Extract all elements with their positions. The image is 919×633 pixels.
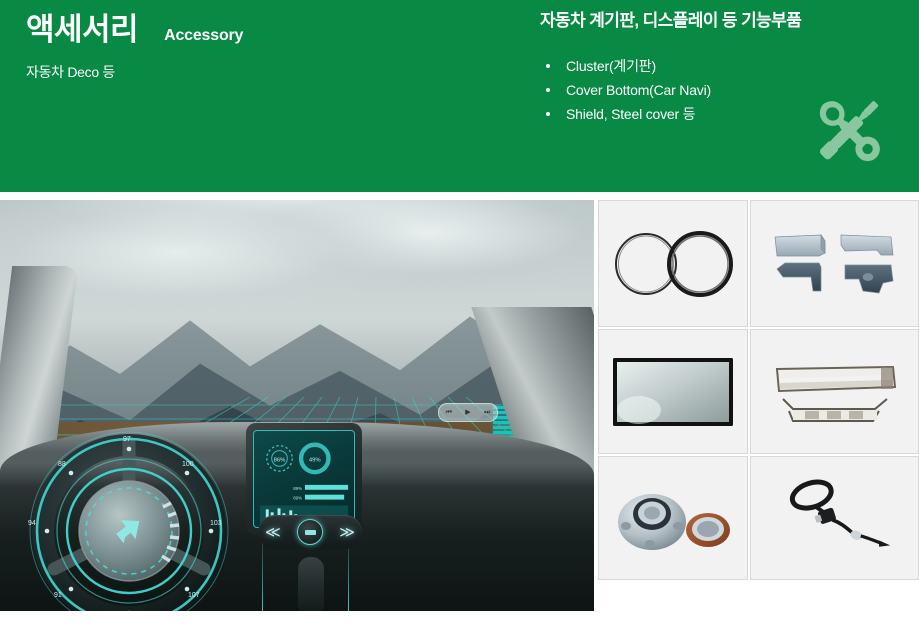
page-header: 액세서리 Accessory 자동차 Deco 등 자동차 계기판, 디스플레이…	[0, 0, 919, 192]
console-screen: 86% 49% 89% 89%	[253, 430, 355, 528]
svg-text:103: 103	[210, 520, 222, 527]
car-interior-hud-photo: ⏮ ▶ ⏭ 97 100 103 107 91 94 88 86% 49% 89…	[0, 200, 594, 611]
media-prev-icon[interactable]: ⏮	[446, 409, 452, 416]
svg-text:89%: 89%	[293, 486, 302, 491]
svg-text:89%: 89%	[293, 496, 302, 501]
page-title-en: Accessory	[164, 27, 244, 44]
svg-text:100: 100	[182, 461, 194, 468]
page-subtitle-ko: 자동차 Deco 등	[26, 63, 115, 80]
svg-text:97: 97	[123, 436, 131, 443]
product-rings[interactable]	[598, 200, 748, 327]
gear-shifter	[298, 557, 324, 611]
header-left-block: 액세서리 Accessory 자동차 Deco 등	[26, 12, 496, 82]
header-right-block: 자동차 계기판, 디스플레이 등 기능부품 Cluster(계기판) Cover…	[540, 10, 880, 162]
page-title-ko: 액세서리	[26, 12, 139, 47]
product-frame-set[interactable]	[750, 329, 919, 454]
hud-media-controls[interactable]: ⏮ ▶ ⏭	[438, 403, 498, 422]
svg-text:107: 107	[188, 592, 200, 599]
svg-text:88: 88	[58, 461, 66, 468]
list-item: Shield, Steel cover 등	[540, 102, 712, 126]
accessory-product-page: 액세서리 Accessory 자동차 Deco 등 자동차 계기판, 디스플레이…	[0, 0, 919, 633]
steering-wheel-hud: 97 100 103 107 88 91 94 88	[24, 419, 234, 611]
svg-text:94: 94	[28, 520, 36, 527]
forward-icon[interactable]: ≫	[339, 525, 355, 540]
svg-text:91: 91	[54, 592, 62, 599]
console-transport-controls[interactable]: ≪ ≫	[258, 515, 362, 549]
title-row: 액세서리 Accessory	[26, 12, 496, 48]
product-image-grid	[598, 200, 919, 580]
center-button[interactable]	[297, 519, 323, 545]
product-steering-shaft[interactable]	[750, 456, 919, 580]
svg-text:49%: 49%	[309, 457, 321, 463]
rewind-icon[interactable]: ≪	[265, 525, 281, 540]
product-display-panel[interactable]	[598, 329, 748, 454]
product-brackets[interactable]	[750, 200, 919, 327]
list-item: Cluster(계기판)	[540, 54, 712, 78]
svg-text:86%: 86%	[274, 457, 286, 463]
feature-bullet-list: Cluster(계기판) Cover Bottom(Car Navi) Shie…	[540, 54, 712, 126]
product-hub-bearing[interactable]	[598, 456, 748, 580]
media-play-icon[interactable]: ▶	[465, 409, 470, 416]
list-item: Cover Bottom(Car Navi)	[540, 78, 712, 102]
header-right-title: 자동차 계기판, 디스플레이 등 기능부품	[540, 11, 802, 30]
media-next-icon[interactable]: ⏭	[484, 409, 490, 416]
wrench-screwdriver-icon	[802, 88, 896, 168]
